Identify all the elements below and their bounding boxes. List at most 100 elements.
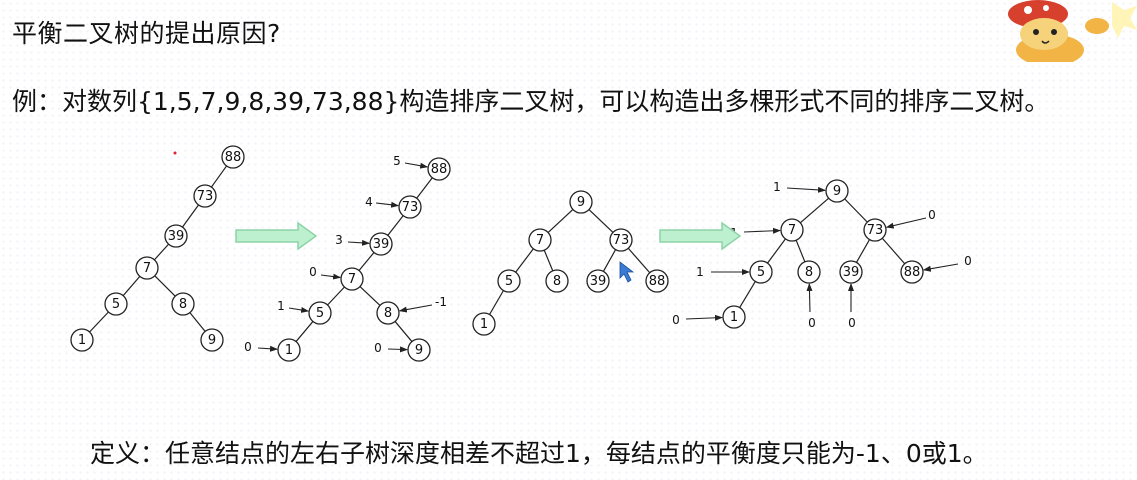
- tree-edge: [394, 321, 413, 342]
- tree-node: 8: [797, 260, 821, 284]
- tree-node: 73: [193, 184, 217, 208]
- tree-edge: [881, 237, 906, 265]
- node-label: 39: [168, 229, 185, 244]
- tree-node: 9: [407, 338, 431, 362]
- balance-factor-label: 0: [928, 208, 936, 222]
- balance-arrow: [806, 282, 813, 313]
- balance-arrow: [404, 162, 429, 169]
- node-label: 73: [402, 200, 419, 215]
- tree-edge: [855, 239, 871, 263]
- balance-factor-label: 0: [309, 265, 317, 279]
- node-label: 73: [197, 189, 214, 204]
- tree-node: 8: [171, 292, 195, 316]
- tree-edge: [89, 311, 109, 333]
- tree-edge: [844, 198, 868, 223]
- balance-factor-label: 0: [808, 316, 816, 330]
- tree-edge: [358, 252, 375, 271]
- tree-edge: [543, 249, 554, 272]
- tree-edge: [795, 239, 806, 263]
- node-label: 5: [112, 297, 120, 312]
- red-dot: [173, 151, 177, 155]
- balance-factor-label: 0: [672, 313, 680, 327]
- tree-node: 9: [569, 190, 593, 214]
- node-label: 9: [833, 184, 841, 199]
- tree3-group: 9 7 73 5 8 39 88 1: [472, 190, 669, 336]
- tree-edge: [547, 209, 574, 233]
- tree-edge: [189, 312, 206, 332]
- balance-arrow: [347, 239, 371, 246]
- tree-edge: [799, 197, 830, 224]
- tree-edge: [122, 275, 141, 297]
- balance-arrow: [375, 201, 400, 208]
- node-label: 5: [757, 265, 765, 280]
- tree-node: 8: [545, 269, 569, 293]
- tree-node: 73: [863, 218, 887, 242]
- tree-node: 88: [221, 145, 245, 169]
- balance-arrow: [885, 217, 927, 229]
- balance-arrow: [922, 263, 959, 272]
- tree-node: 88: [900, 260, 924, 284]
- tree1-group: 88 73 39 7 5 8 1 9: [70, 145, 245, 352]
- tree-node: 9: [200, 328, 224, 352]
- tree4-group: 9773583988101101000: [672, 179, 972, 330]
- tree-node: 1: [70, 328, 94, 352]
- tree-edge: [387, 215, 404, 236]
- tree-edge: [416, 177, 433, 199]
- tree-edge: [739, 281, 756, 308]
- node-label: 1: [78, 333, 86, 348]
- tree-node: 39: [369, 232, 393, 256]
- tree-node: 9: [825, 179, 849, 203]
- tree-node: 39: [839, 260, 863, 284]
- node-label: 1: [285, 343, 293, 358]
- node-label: 8: [805, 265, 813, 280]
- node-label: 88: [431, 162, 448, 177]
- balance-arrow: [685, 314, 724, 321]
- tree2-group: 88 73 39 7 5 8 1 9 0 1 0 -1 0 3 4 5: [244, 154, 451, 362]
- balance-factor-label: 4: [365, 195, 373, 209]
- tree-edge: [489, 290, 504, 315]
- balance-arrow: [288, 307, 310, 313]
- tree-node: 7: [528, 228, 552, 252]
- tree-edge: [154, 275, 176, 297]
- node-label: 88: [904, 265, 921, 280]
- tree-node: 88: [427, 157, 451, 181]
- balance-factor-label: 0: [848, 316, 856, 330]
- node-label: 1: [480, 317, 488, 332]
- node-label: 8: [553, 274, 561, 289]
- tree-edge: [767, 238, 786, 264]
- node-label: 8: [179, 297, 187, 312]
- node-label: 5: [316, 306, 324, 321]
- definition-text: 定义：任意结点的左右子树深度相差不超过1，每结点的平衡度只能为-1、0或1。: [90, 439, 988, 468]
- balance-factor-label: 0: [374, 341, 382, 355]
- tree-node: 5: [308, 301, 332, 325]
- tree-edge: [602, 249, 617, 272]
- node-label: 5: [505, 274, 513, 289]
- tree-edge: [327, 286, 345, 306]
- node-label: 39: [843, 265, 860, 280]
- node-label: 88: [225, 150, 242, 165]
- tree-node: 5: [497, 269, 521, 293]
- tree-edge: [210, 165, 228, 188]
- tree-node: 7: [340, 267, 364, 291]
- mascot-illustration: [1008, 0, 1137, 62]
- balance-arrow: [257, 345, 279, 352]
- node-label: 88: [649, 274, 666, 289]
- tree-node: 1: [277, 338, 301, 362]
- node-label: 7: [536, 233, 544, 248]
- node-label: 1: [730, 310, 738, 325]
- node-label: 8: [384, 306, 392, 321]
- node-label: 7: [143, 261, 151, 276]
- tree-node: 7: [135, 256, 159, 280]
- tree-node: 8: [376, 301, 400, 325]
- tree-edge: [588, 209, 614, 233]
- node-label: 39: [373, 237, 390, 252]
- tree-node: 1: [472, 312, 496, 336]
- balance-arrow: [743, 227, 782, 234]
- balance-factor-label: 3: [335, 233, 343, 247]
- balance-factor-label: 5: [393, 154, 401, 168]
- tree-edge: [515, 248, 534, 273]
- balance-factor-label: 1: [696, 265, 704, 279]
- balance-factor-label: 0: [244, 340, 252, 354]
- node-label: 9: [415, 343, 423, 358]
- node-label: 9: [577, 195, 585, 210]
